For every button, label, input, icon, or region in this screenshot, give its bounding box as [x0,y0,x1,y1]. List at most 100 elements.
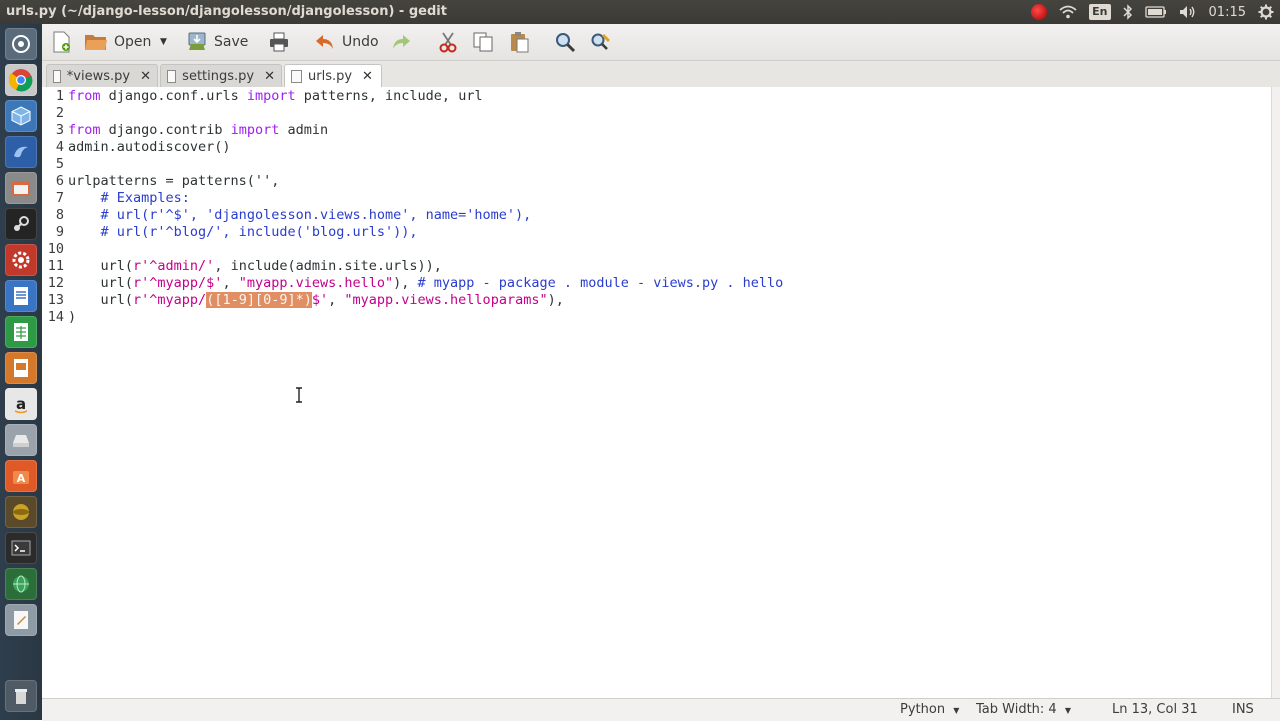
text-cursor-icon [296,387,302,403]
code-line[interactable]: 13 url(r'^myapp/([1-9][0-9]*)$', "myapp.… [42,292,564,309]
code-line[interactable]: 2 [42,105,68,122]
tab-urls-py[interactable]: urls.py ✕ [284,64,382,88]
code-token: django.conf.urls [108,88,239,104]
code-text: # url(r'^blog/', include('blog.urls')), [68,224,418,240]
print-button[interactable] [268,28,290,56]
line-number: 11 [47,258,64,274]
code-line[interactable]: 6 urlpatterns = patterns('', [42,173,279,190]
paste-button[interactable] [508,28,530,56]
code-token: # myapp - package . module - views.py . … [417,275,784,291]
line-number: 8 [55,207,64,223]
code-text: from django.conf.urls import patterns, i… [68,88,483,104]
code-token: url( [100,258,134,274]
code-text: from django.contrib import admin [68,122,328,138]
search-icon [556,33,576,53]
vertical-scrollbar[interactable] [1271,87,1280,698]
find-button[interactable] [554,28,576,56]
undo-arrow-icon [316,35,333,49]
code-token: , include(admin.site.urls)), [214,258,442,274]
copy-button[interactable] [472,28,494,56]
open-recent-dropdown[interactable]: ▼ [160,28,167,56]
document-tabs: *views.py ✕ settings.py ✕ urls.py ✕ [42,61,1280,88]
code-line[interactable]: 5 [42,156,68,173]
code-line[interactable]: 7 # Examples: [42,190,190,207]
drive-icon[interactable] [5,424,37,456]
code-token: ), [547,292,564,308]
tab-close-icon[interactable]: ✕ [264,69,275,84]
battery-icon[interactable] [1144,6,1167,18]
code-text: ) [68,309,76,325]
power-gear-icon[interactable] [1258,4,1274,20]
record-icon[interactable] [1031,4,1048,20]
tab-label: *views.py [66,68,131,84]
chevron-down-icon: ▼ [160,37,167,47]
virtualbox-icon[interactable] [5,100,37,132]
open-button[interactable]: Open [84,28,151,56]
code-text: url(r'^myapp/([1-9][0-9]*)$', "myapp.vie… [68,292,564,308]
code-token: from [68,88,101,104]
code-text: url(r'^admin/', include(admin.site.urls)… [68,258,442,274]
undo-button[interactable]: Undo [314,28,379,56]
status-bar: Python ▼ Tab Width: 4 ▼ Ln 13, Col 31 IN… [42,698,1280,721]
code-token: django.contrib [108,122,223,138]
code-line[interactable]: 11 url(r'^admin/', include(admin.site.ur… [42,258,442,275]
cursor-position: Ln 13, Col 31 [1112,702,1198,717]
code-token: urlpatterns = patterns('' [68,173,272,189]
code-line[interactable]: 14) [42,309,76,326]
toolbar: Open ▼ Save Undo [42,24,1280,61]
tab-settings-py[interactable]: settings.py ✕ [160,64,282,87]
wifi-icon[interactable] [1059,5,1077,19]
bluetooth-icon[interactable] [1123,4,1133,20]
file-manager-icon[interactable] [5,172,37,204]
code-token: admin [287,122,329,138]
trash-icon[interactable] [5,680,37,712]
libreoffice-impress-icon[interactable] [5,352,37,384]
text-editor-area[interactable]: 1 from django.conf.urls import patterns, … [42,87,1272,698]
code-line[interactable]: 4 admin.autodiscover() [42,139,231,156]
amazon-icon[interactable]: a [5,388,37,420]
top-panel: urls.py (~/django-lesson/djangolesson/dj… [0,0,1280,24]
chrome-browser-icon[interactable] [5,64,37,96]
code-line[interactable]: 12 url(r'^myapp/$', "myapp.views.hello")… [42,275,784,292]
ubuntu-software-center-icon[interactable]: A [5,460,37,492]
steam-icon[interactable] [5,208,37,240]
open-label: Open [114,34,152,50]
dash-home-icon[interactable] [5,28,37,60]
new-document-button[interactable] [52,28,72,56]
line-number: 4 [55,139,64,155]
find-replace-button[interactable] [590,28,612,56]
tab-close-icon[interactable]: ✕ [140,69,151,84]
tab-width-selector[interactable]: Tab Width: 4 ▼ [976,702,1071,717]
libreoffice-calc-icon[interactable] [5,316,37,348]
code-token: import [246,88,296,104]
language-selector[interactable]: Python ▼ [900,702,959,717]
tab-close-icon[interactable]: ✕ [362,69,373,84]
code-line[interactable]: 3 from django.contrib import admin [42,122,328,139]
globe-icon[interactable] [5,568,37,600]
clock[interactable]: 01:15 [1209,5,1246,20]
find-replace-icon [591,33,610,50]
system-settings-icon[interactable] [5,496,37,528]
code-line[interactable]: 8 # url(r'^$', 'djangolesson.views.home'… [42,207,531,224]
wireshark-icon[interactable] [5,136,37,168]
cut-button[interactable] [438,28,458,56]
code-line[interactable]: 1 from django.conf.urls import patterns, … [42,88,483,105]
redo-button[interactable] [390,28,412,56]
copy-icon [473,32,493,52]
code-text: # Examples: [68,190,190,206]
redo-arrow-icon [393,35,410,49]
code-line[interactable]: 9 # url(r'^blog/', include('blog.urls'))… [42,224,418,241]
code-token: "myapp.views.helloparams" [344,292,548,308]
language-label: Python [900,702,946,717]
terminal-icon[interactable] [5,532,37,564]
text-editor-icon[interactable] [5,604,37,636]
software-updater-icon[interactable] [5,244,37,276]
libreoffice-writer-icon[interactable] [5,280,37,312]
code-line[interactable]: 10 [42,241,68,258]
volume-icon[interactable] [1179,5,1197,19]
keyboard-layout-indicator[interactable]: En [1089,4,1111,20]
save-button[interactable]: Save [186,28,248,56]
tab-views-py[interactable]: *views.py ✕ [46,64,158,87]
line-number: 7 [55,190,64,206]
system-tray: En 01:15 [1019,0,1274,24]
